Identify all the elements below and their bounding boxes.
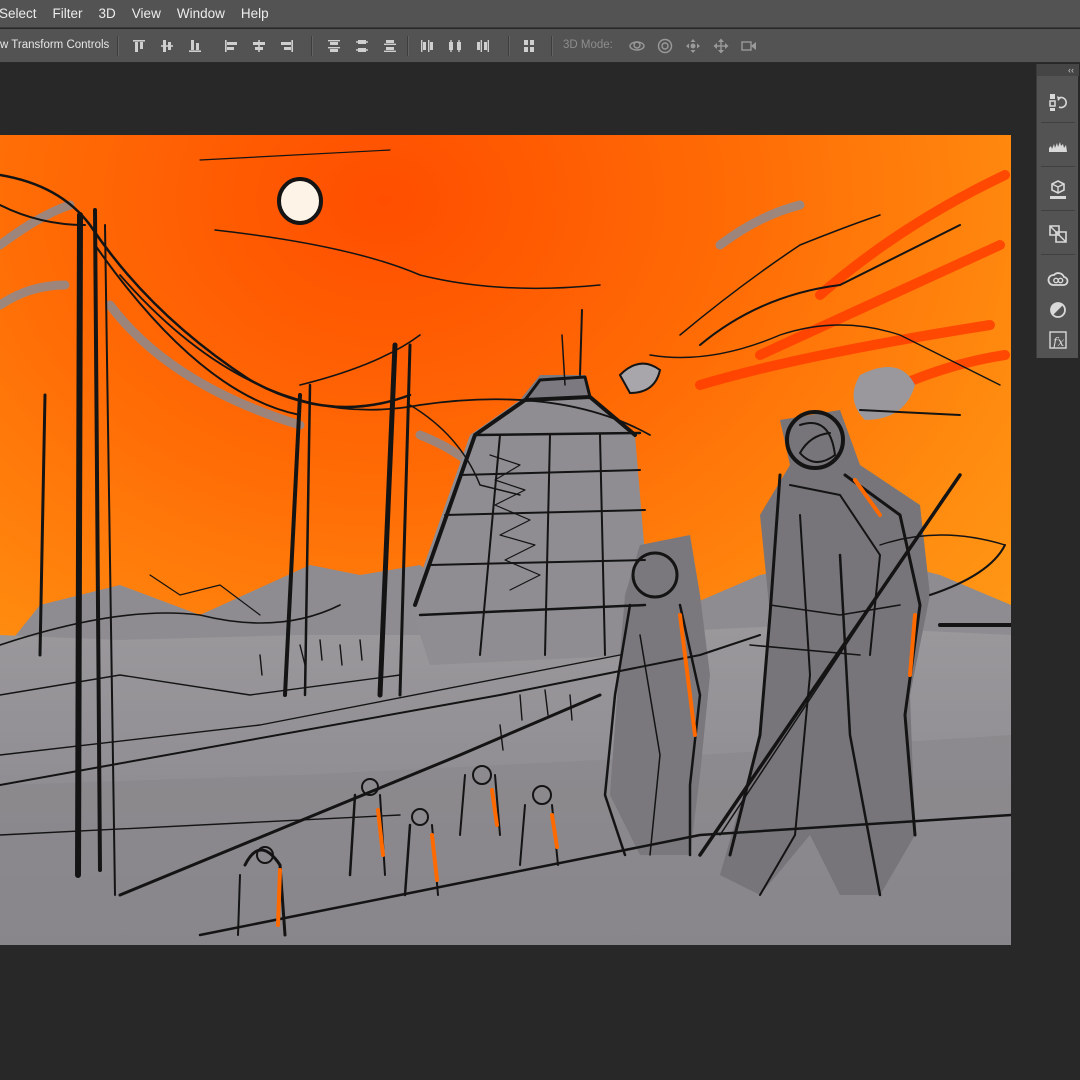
panel-dock: ‹‹ fx <box>1036 64 1079 358</box>
svg-text:fx: fx <box>1052 335 1064 349</box>
3d-panel-icon[interactable] <box>1046 178 1070 202</box>
menu-help[interactable]: Help <box>233 0 277 28</box>
menu-bar: Select Filter 3D View Window Help <box>0 0 1080 28</box>
libraries-panel-icon[interactable] <box>1046 268 1070 292</box>
show-transform-controls-label[interactable]: w Transform Controls <box>0 29 109 62</box>
document-canvas[interactable] <box>0 135 1011 945</box>
collapse-dock-button[interactable]: ‹‹ <box>1037 64 1079 76</box>
distribute-horizontal-centers-icon[interactable] <box>446 37 464 55</box>
menu-3d[interactable]: 3D <box>91 0 124 28</box>
history-panel-icon[interactable] <box>1046 90 1070 114</box>
slide-3d-icon[interactable] <box>712 37 730 55</box>
dock-separator <box>1041 166 1075 167</box>
adjustments-panel-icon[interactable] <box>1046 298 1070 322</box>
options-separator <box>551 36 552 56</box>
distribute-right-icon[interactable] <box>474 37 492 55</box>
menu-select[interactable]: Select <box>0 0 45 28</box>
align-horizontal-centers-icon[interactable] <box>250 37 268 55</box>
options-separator <box>508 36 509 56</box>
options-bar: w Transform Controls 3D Mode: <box>0 29 1080 63</box>
options-separator <box>117 36 118 56</box>
pan-3d-icon[interactable] <box>684 37 702 55</box>
dock-separator <box>1041 254 1075 255</box>
menu-window[interactable]: Window <box>169 0 233 28</box>
options-separator <box>311 36 312 56</box>
align-right-edges-icon[interactable] <box>278 37 296 55</box>
distribute-vertical-centers-icon[interactable] <box>353 37 371 55</box>
menu-filter[interactable]: Filter <box>45 0 91 28</box>
align-top-edges-icon[interactable] <box>130 37 148 55</box>
options-separator <box>407 36 408 56</box>
sketch-artwork <box>0 135 1011 945</box>
dock-separator <box>1041 210 1075 211</box>
distribute-left-icon[interactable] <box>418 37 436 55</box>
dock-separator <box>1041 122 1075 123</box>
scale-3d-icon[interactable] <box>740 37 758 55</box>
3d-mode-label: 3D Mode: <box>563 39 613 51</box>
auto-align-layers-icon[interactable] <box>520 37 538 55</box>
orbit-3d-icon[interactable] <box>628 37 646 55</box>
align-bottom-edges-icon[interactable] <box>186 37 204 55</box>
align-vertical-centers-icon[interactable] <box>158 37 176 55</box>
distribute-bottom-icon[interactable] <box>381 37 399 55</box>
distribute-top-icon[interactable] <box>325 37 343 55</box>
histogram-panel-icon[interactable] <box>1046 134 1070 158</box>
align-left-edges-icon[interactable] <box>222 37 240 55</box>
layer-comps-icon[interactable] <box>1046 222 1070 246</box>
styles-panel-icon[interactable]: fx <box>1046 328 1070 352</box>
roll-3d-icon[interactable] <box>656 37 674 55</box>
menu-view[interactable]: View <box>124 0 169 28</box>
